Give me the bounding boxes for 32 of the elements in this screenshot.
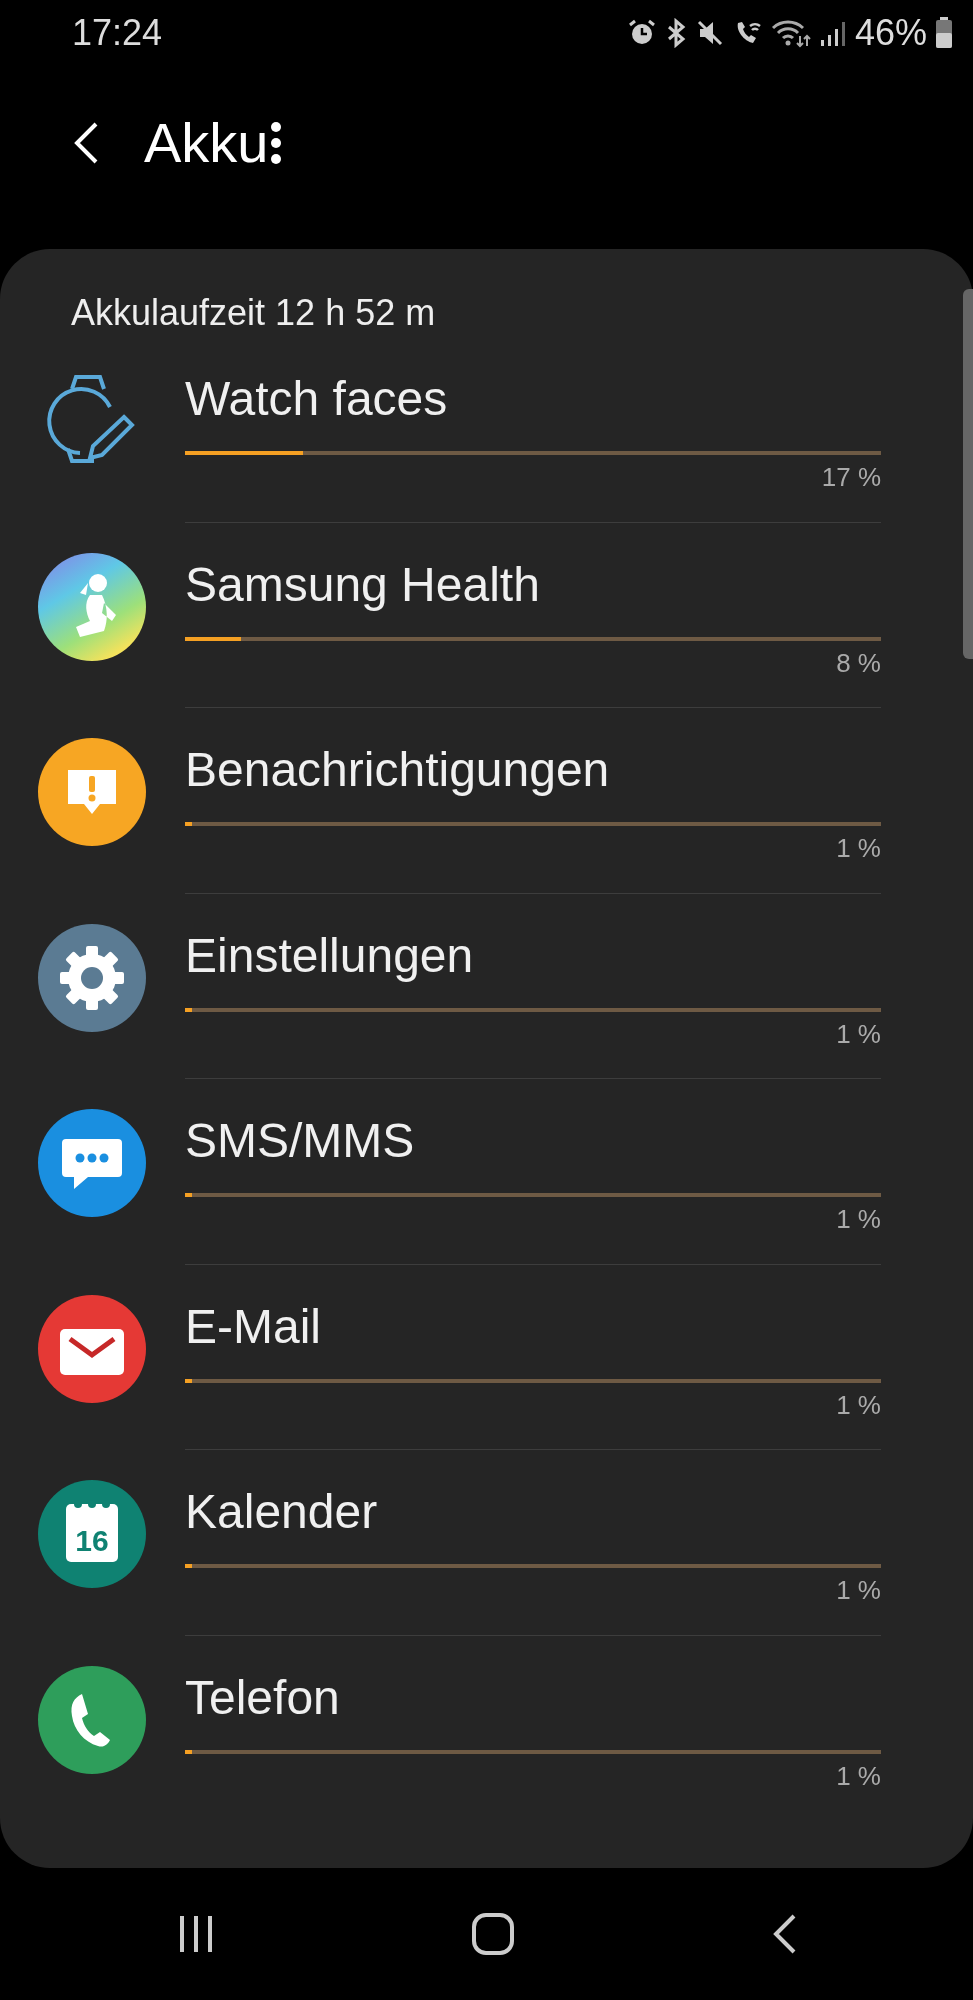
chat-bubble-icon [38,1109,146,1217]
battery-time-summary: Akkulaufzeit 12 h 52 m [71,291,437,335]
usage-percent: 1 % [836,1389,881,1420]
app-name[interactable]: Benachrichtigungen [185,742,610,798]
usage-percent: 1 % [836,1204,881,1234]
scrollbar[interactable] [963,289,973,659]
battery-percent: 46% [854,14,927,51]
status-time: 17:24 [72,14,163,51]
app-name[interactable]: Kalender [185,1484,378,1540]
usage-percent: 1 % [836,1575,881,1605]
usage-percent: 1 % [836,833,881,863]
home-icon[interactable] [470,1911,517,1957]
battery-icon [935,16,953,49]
alert-bubble-icon [38,738,146,846]
app-name[interactable]: Watch faces [185,371,448,427]
app-name[interactable]: Samsung Health [185,556,540,613]
running-figure-icon [38,552,146,661]
app-name[interactable]: E-Mail [185,1298,321,1355]
app-name[interactable]: SMS/MMS [185,1113,415,1169]
envelope-icon [38,1294,146,1403]
phone-handset-icon [38,1665,146,1774]
page-title: Akku [144,115,269,171]
calendar-icon: 16 [38,1480,146,1588]
usage-percent: 1 % [836,1018,881,1049]
usage-percent: 17 % [821,462,881,492]
settings-icon [38,923,146,1032]
usage-percent: 1 % [836,1760,881,1791]
more-options-icon[interactable] [268,121,283,165]
usage-percent: 8 % [836,647,881,678]
app-name[interactable]: Telefon [185,1669,340,1726]
back-icon[interactable] [72,121,100,165]
app-name[interactable]: Einstellungen [185,927,474,984]
